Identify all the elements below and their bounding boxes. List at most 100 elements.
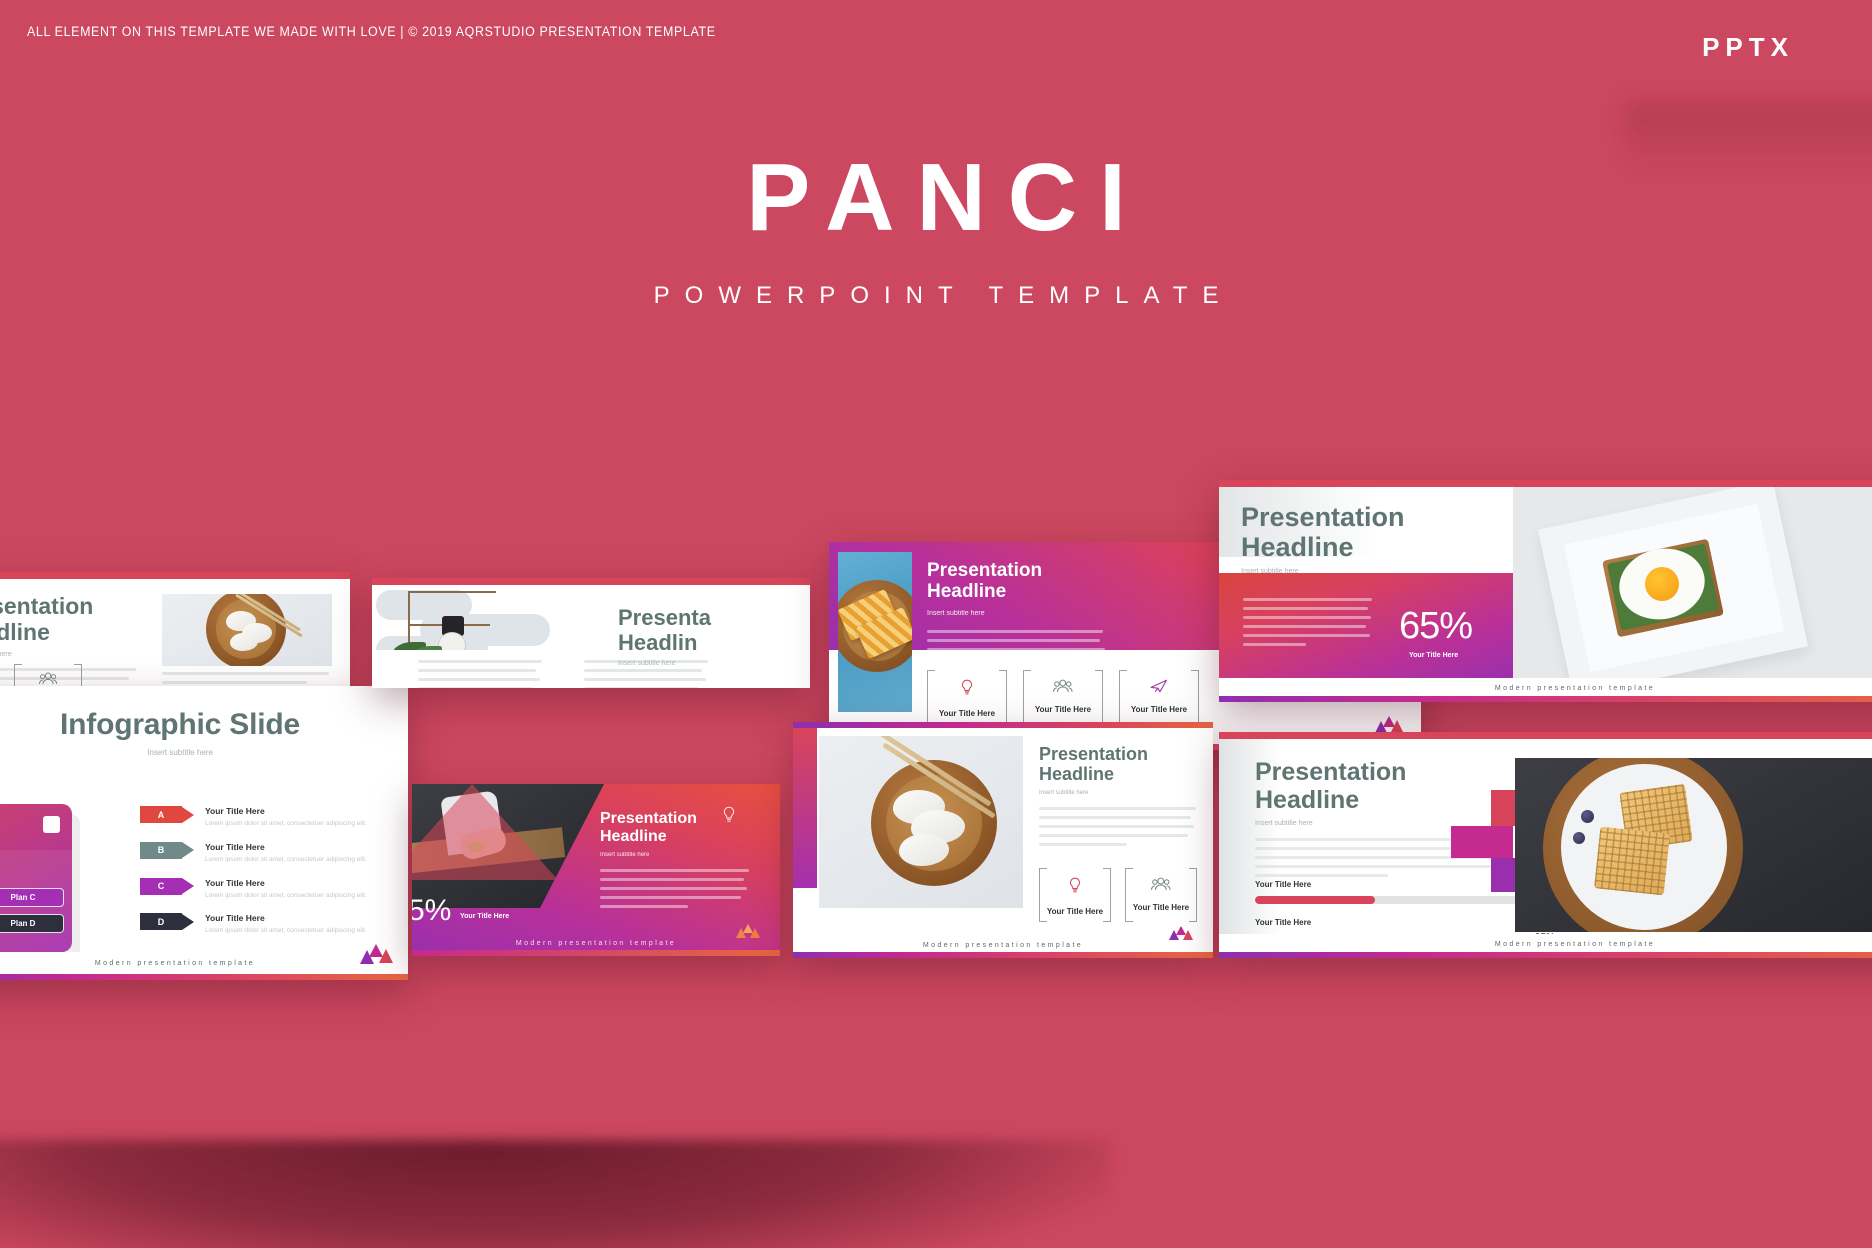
- infographic-item-letter: B: [140, 841, 182, 859]
- slide-card-egg-percent[interactable]: Presentation Headline Insert subtitle he…: [1219, 480, 1872, 702]
- icon-tile-1[interactable]: Your Title Here: [14, 664, 82, 686]
- slide7-percent: 65%: [1399, 605, 1473, 647]
- infographic-item-title: Your Title Here: [205, 841, 265, 852]
- slide1-headline-2: Headline: [0, 618, 50, 645]
- slide6-icon-row[interactable]: Your Title Here Your Title Here: [1039, 868, 1197, 922]
- icon-tile-0[interactable]: Your Title Here: [927, 670, 1007, 730]
- infographic-item-text: Lorem ipsum dolor sit amet, consectetuer…: [205, 855, 367, 863]
- slide6-subtitle: Insert subtitle here: [1039, 790, 1089, 797]
- pptx-badge: PPTX: [1702, 32, 1794, 62]
- slide4-headline-1: Presentation: [927, 560, 1043, 581]
- plan-button[interactable]: Plan D: [0, 914, 64, 933]
- icon-tile-label: Your Title Here: [938, 708, 996, 718]
- slide7-headline-2: Headline: [1241, 532, 1354, 563]
- slide5-brand-logo-icon: [736, 924, 770, 944]
- icon-tile-0[interactable]: Your Title Here: [1039, 868, 1111, 922]
- infographic-item-text: Lorem ipsum dolor sit amet, consectetuer…: [205, 927, 367, 935]
- icon-tile-label: Your Title Here: [1034, 705, 1092, 714]
- slide-card-kitchen-rack[interactable]: Presenta Headlin Insert subtitle here: [372, 578, 810, 688]
- slide4-photo-panini: [838, 552, 912, 712]
- icon-tile-2[interactable]: Your Title Here: [1119, 670, 1199, 730]
- infographic-item-letter: D: [140, 913, 182, 931]
- slide6-photo-dumplings: [819, 736, 1023, 908]
- infographic-item-title: Your Title Here: [205, 913, 265, 924]
- slide-card-cooking-stat[interactable]: Presentation Headline Insert subtitle he…: [412, 784, 780, 956]
- infographic-item-badge: B: [140, 841, 194, 859]
- progress-bar: [1255, 895, 1521, 904]
- slide6-accent-bar: [793, 728, 817, 888]
- deco-block-magenta: [1451, 826, 1513, 858]
- infographic-item-text: Lorem ipsum dolor sit amet, consectetuer…: [205, 891, 367, 899]
- plan-card[interactable]: Insert text here Plan APlan CPlan BPlan …: [0, 804, 72, 952]
- plan-card-checkbox[interactable]: [43, 816, 60, 833]
- slide1-headline-1: Presentation: [0, 593, 94, 619]
- slide7-footer-bar: [1219, 696, 1872, 702]
- slide1-photo-dumplings: [162, 594, 332, 666]
- slide7-stat-label: Your Title Here: [1409, 652, 1459, 659]
- infographic-item-text: Lorem ipsum dolor sit amet, consectetuer…: [205, 820, 367, 827]
- slide4-icon-row[interactable]: Your Title Here Your Title Here Your Title…: [927, 670, 1199, 730]
- people-icon: [1151, 877, 1171, 890]
- slide2-column-1: [418, 660, 546, 688]
- slide8-headline-2: Headline: [1255, 786, 1360, 814]
- infographic-item-list: A Your Title Here Lorem ipsum dolor sit am…: [140, 806, 390, 949]
- slide8-photo-waffles: [1515, 758, 1872, 932]
- slide2-headline-2: Headlin: [618, 629, 698, 655]
- poster-canvas: ALL ELEMENT ON THIS TEMPLATE WE MADE WIT…: [0, 0, 1872, 1248]
- slide5-footer-bar: [412, 950, 780, 956]
- slide1-icon-row[interactable]: Your Title HereYour Title Here: [0, 664, 82, 686]
- infographic-item-badge: D: [140, 913, 194, 931]
- slide6-body: [1039, 807, 1199, 847]
- infographic-subtitle: Insert subtitle here: [147, 747, 213, 757]
- infographic-footer: Modern presentation template: [0, 952, 408, 974]
- slide2-column-2: [584, 660, 712, 688]
- slide8-footer: Modern presentation template: [1219, 934, 1872, 954]
- slide7-photo-egg-toast: [1513, 487, 1872, 681]
- slide-card-infographic[interactable]: Infographic Slide Insert subtitle here I…: [0, 686, 408, 980]
- infographic-item-title: Your Title Here: [205, 806, 265, 816]
- slide7-headline-1: Presentation: [1241, 502, 1405, 532]
- slide4-subtitle: Insert subtitle here: [927, 609, 985, 617]
- icon-tile-label: Your Title Here: [1046, 906, 1104, 916]
- slide8-footer-bar: [1219, 952, 1872, 958]
- infographic-item[interactable]: C Your Title Here Lorem ipsum dolor sit am…: [140, 877, 390, 901]
- infographic-item-badge: A: [140, 806, 194, 823]
- slide7-body: [1243, 598, 1375, 652]
- infographic-item-letter: A: [140, 806, 182, 823]
- slide2-photo-rack: [376, 588, 594, 650]
- bottom-shadow: [0, 1140, 1110, 1248]
- slide5-headline-2: Headline: [600, 827, 667, 845]
- slide7-footer: Modern presentation template: [1219, 678, 1872, 698]
- page-subtitle: POWERPOINT TEMPLATE: [653, 282, 1234, 309]
- slide2-headline-1: Presenta: [618, 605, 711, 630]
- bulb-icon: [723, 806, 735, 822]
- bulb-icon: [1070, 877, 1080, 893]
- people-icon: [1053, 679, 1073, 692]
- plan-button-grid[interactable]: Plan APlan CPlan BPlan D: [0, 888, 72, 933]
- icon-tile-1[interactable]: Your Title Here: [1023, 670, 1103, 730]
- infographic-item[interactable]: A Your Title Here Lorem ipsum dolor sit am…: [140, 806, 390, 829]
- airplane-icon: [1150, 679, 1167, 693]
- slide5-photo-cooking: [412, 784, 604, 908]
- slide-card-waffle-progress[interactable]: Presentation Headline Insert subtitle he…: [1219, 732, 1872, 958]
- hero-block: PANCI POWERPOINT TEMPLATE: [0, 150, 1872, 310]
- slide-card-dumpling-bowl[interactable]: Presentation Headline Insert subtitle he…: [793, 722, 1213, 958]
- infographic-item[interactable]: D Your Title Here Lorem ipsum dolor sit am…: [140, 913, 390, 936]
- brand-logo-icon: [360, 944, 394, 964]
- infographic-item-badge: C: [140, 877, 194, 895]
- infographic-item-title: Your Title Here: [205, 877, 265, 888]
- plan-button[interactable]: Plan C: [0, 888, 64, 907]
- slide4-body: [927, 629, 1107, 660]
- icon-tile-1[interactable]: Your Title Here: [1125, 868, 1197, 922]
- infographic-item-letter: C: [140, 877, 182, 895]
- infographic-footer-bar: [0, 974, 408, 980]
- slide8-headline-1: Presentation: [1255, 758, 1407, 786]
- slide5-stat-label: Your Title Here: [460, 913, 510, 920]
- infographic-item[interactable]: B Your Title Here Lorem ipsum dolor sit am…: [140, 841, 390, 865]
- slide-card-dumpling-hero[interactable]: Presentation Headline Insert subtitle he…: [0, 572, 350, 686]
- bulb-icon: [962, 679, 972, 695]
- slide5-subtitle: Insert subtitle here: [600, 851, 650, 858]
- slide5-percent: 5%: [412, 894, 452, 927]
- page-title: PANCI: [746, 144, 1148, 251]
- people-icon: [38, 672, 58, 685]
